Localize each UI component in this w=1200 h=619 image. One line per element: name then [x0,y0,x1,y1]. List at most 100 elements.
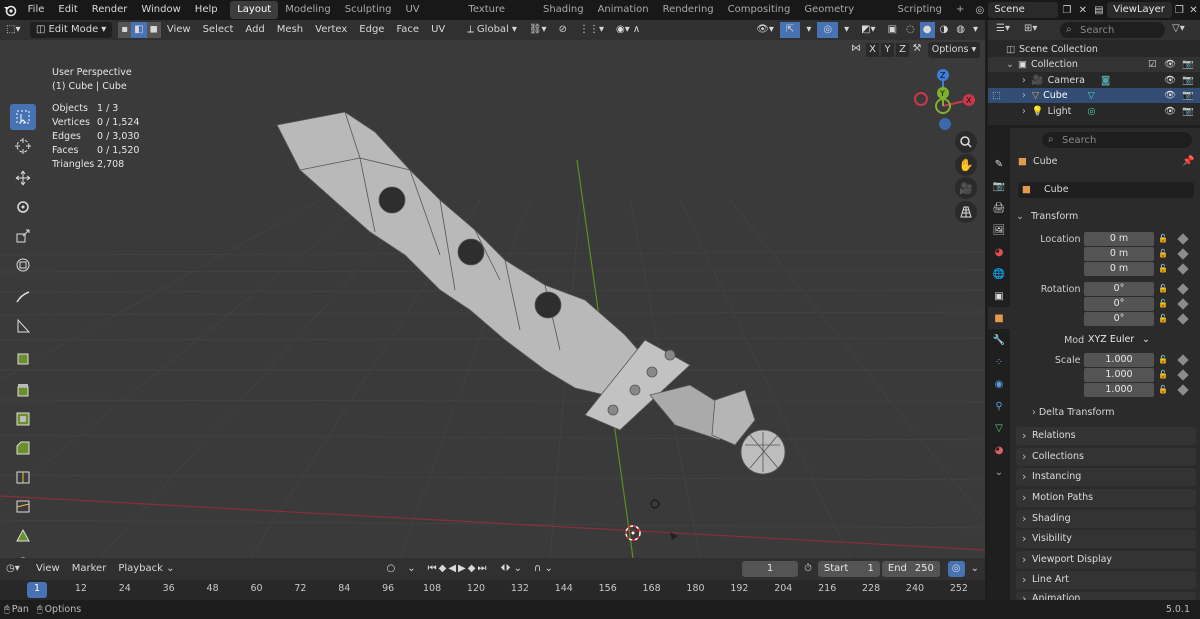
tab-scripting[interactable]: Scripting [891,1,949,19]
motion-paths-panel[interactable]: Motion Paths [1016,489,1196,507]
spin-tool-icon[interactable] [10,551,36,558]
camera-render-icon[interactable]: 📷 [1182,59,1194,70]
object-tab-icon[interactable]: ■ [988,307,1010,329]
auto-keying-icon[interactable]: ○ [381,561,402,577]
solid-shading-icon[interactable]: ● [919,22,935,38]
current-frame-field[interactable]: 1 [742,561,799,577]
pan-hand-icon[interactable]: ✋ [955,154,977,176]
transform-tool-icon[interactable] [10,252,36,278]
camera-render-icon[interactable]: 📷 [1182,106,1194,117]
filter-icon[interactable]: ▽▾ [1172,23,1185,34]
lock-icon[interactable]: 🔓 [1158,299,1168,309]
mesh-overlay-icon[interactable]: ◩▾ [855,22,881,38]
edge-select-icon[interactable]: ◧ [131,22,147,38]
line-art-panel[interactable]: Line Art [1016,571,1196,589]
timeline-ruler[interactable]: 1 12 24 36 48 60 72 84 96 108 120 132 144 156 168 180 19… [0,580,985,600]
tab-geometry-nodes[interactable]: Geometry Nodes [797,1,890,33]
snap-target-icon[interactable]: ⋮⋮▾ [573,22,610,38]
tab-modeling[interactable]: Modeling [278,1,338,19]
menu-edge[interactable]: Edge [353,22,390,38]
outliner-search-field[interactable]: ⌕ Search [1060,22,1165,38]
rendered-shading-icon[interactable]: ◍ [953,22,968,38]
loop-cut-tool-icon[interactable] [10,464,36,490]
keyframe-icon[interactable] [1177,248,1189,260]
menu-render[interactable]: Render [85,0,135,20]
sync-icon[interactable]: ∩ ⌄ [528,561,559,577]
rotation-z-field[interactable]: 0° [1084,312,1154,326]
edit-mode-indicator-icon[interactable]: ⬚ [992,90,1001,101]
timeline-menu-view[interactable]: View [30,561,66,577]
zoom-icon[interactable] [955,131,977,153]
sword-mesh[interactable] [276,111,786,475]
3d-cursor[interactable] [625,525,641,541]
menu-select[interactable]: Select [197,22,240,38]
menu-add[interactable]: Add [239,22,270,38]
menu-view[interactable]: View [161,22,197,38]
end-frame-field[interactable]: End 250 [881,561,940,577]
inset-tool-icon[interactable] [10,406,36,432]
menu-mesh[interactable]: Mesh [271,22,309,38]
eye-icon[interactable]: 👁 [1164,75,1176,86]
copy-view-layer-icon[interactable]: ❐ [1172,5,1187,16]
eye-icon[interactable]: 👁 [1164,59,1176,70]
chevron-down-icon[interactable]: ⌄ [1006,59,1014,70]
location-x-field[interactable]: 0 m [1084,232,1154,246]
navigation-gizmo[interactable]: Z Y X [905,64,981,140]
menu-file[interactable]: File [21,0,52,20]
scale-x-field[interactable]: 1.000 [1084,353,1154,367]
outliner-editor-icon[interactable]: ☰▾ [996,23,1010,34]
object-name-field[interactable]: ■ Cube [1018,182,1194,198]
lock-icon[interactable]: 🔓 [1158,314,1168,324]
camera-render-icon[interactable]: 📷 [1182,75,1194,86]
extrude-tool-icon[interactable] [10,377,36,403]
poly-build-tool-icon[interactable] [10,522,36,548]
jump-start-icon[interactable]: ⏮ [428,563,439,574]
location-y-field[interactable]: 0 m [1084,247,1154,261]
chevron-right-icon[interactable]: › [1022,75,1026,86]
add-cube-tool-icon[interactable] [10,345,36,371]
cursor-tool-icon[interactable] [10,133,36,159]
relations-panel[interactable]: Relations [1016,427,1196,445]
keyframe-icon[interactable] [1177,298,1189,310]
rotation-y-field[interactable]: 0° [1084,297,1154,311]
timeline-editor-icon[interactable]: ◷▾ [0,561,30,577]
overlay-toggle-icon[interactable]: ◎ [817,22,839,38]
orientation-dropdown[interactable]: ⟂ Global ▾ [461,22,523,38]
rotate-tool-icon[interactable] [10,194,36,220]
gizmo-neg-z-icon[interactable] [939,118,951,130]
mode-dropdown[interactable]: ◫ Edit Mode ▾ [30,22,113,38]
menu-vertex[interactable]: Vertex [309,22,353,38]
display-mode-icon[interactable]: ⊞▾ [1024,23,1037,34]
gizmo-neg-x-icon[interactable] [914,92,928,106]
timeline-menu-marker[interactable]: Marker [66,561,113,577]
tab-sculpting[interactable]: Sculpting [338,1,399,19]
tab-animation[interactable]: Animation [591,1,656,19]
instancing-panel[interactable]: Instancing [1016,468,1196,486]
modifier-tab-icon[interactable]: 🔧 [988,329,1010,351]
tool-tab-icon[interactable]: ✎ [988,153,1010,175]
transform-panel-header[interactable]: ⌄ Transform [1016,208,1196,226]
bevel-tool-icon[interactable] [10,435,36,461]
pin-icon[interactable]: 📌 [1182,156,1194,167]
outliner-row-light[interactable]: › 💡 Light ◎ 👁 📷 [988,104,1200,119]
overlay-chevron-icon[interactable]: ▾ [838,22,855,38]
visibility-panel[interactable]: Visibility [1016,530,1196,548]
annotate-tool-icon[interactable] [10,284,36,310]
delete-scene-icon[interactable]: ✕ [1075,5,1090,16]
physics-tab-icon[interactable]: ◉ [988,373,1010,395]
play-reverse-icon[interactable]: ◀ [448,563,458,574]
timeline-overlay-icon[interactable]: ◎ [947,561,965,577]
chevron-down-icon[interactable]: ⌄ [965,561,985,577]
scene-field[interactable]: Scene [988,2,1059,18]
add-workspace-button[interactable]: + [949,1,971,19]
measure-tool-icon[interactable] [10,313,36,339]
render-tab-icon[interactable]: 📷 [988,175,1010,197]
lock-icon[interactable]: 🔓 [1158,249,1168,259]
scale-tool-icon[interactable] [10,223,36,249]
rotation-mode-dropdown[interactable]: XYZ Euler ⌄ [1084,333,1154,347]
tab-compositing[interactable]: Compositing [721,1,798,19]
scene-icon[interactable]: ◎ [971,5,988,16]
viewport-display-panel[interactable]: Viewport Display [1016,551,1196,569]
animation-panel[interactable]: Animation [1016,592,1196,600]
view-layer-icon[interactable]: ▤ [1090,5,1107,16]
